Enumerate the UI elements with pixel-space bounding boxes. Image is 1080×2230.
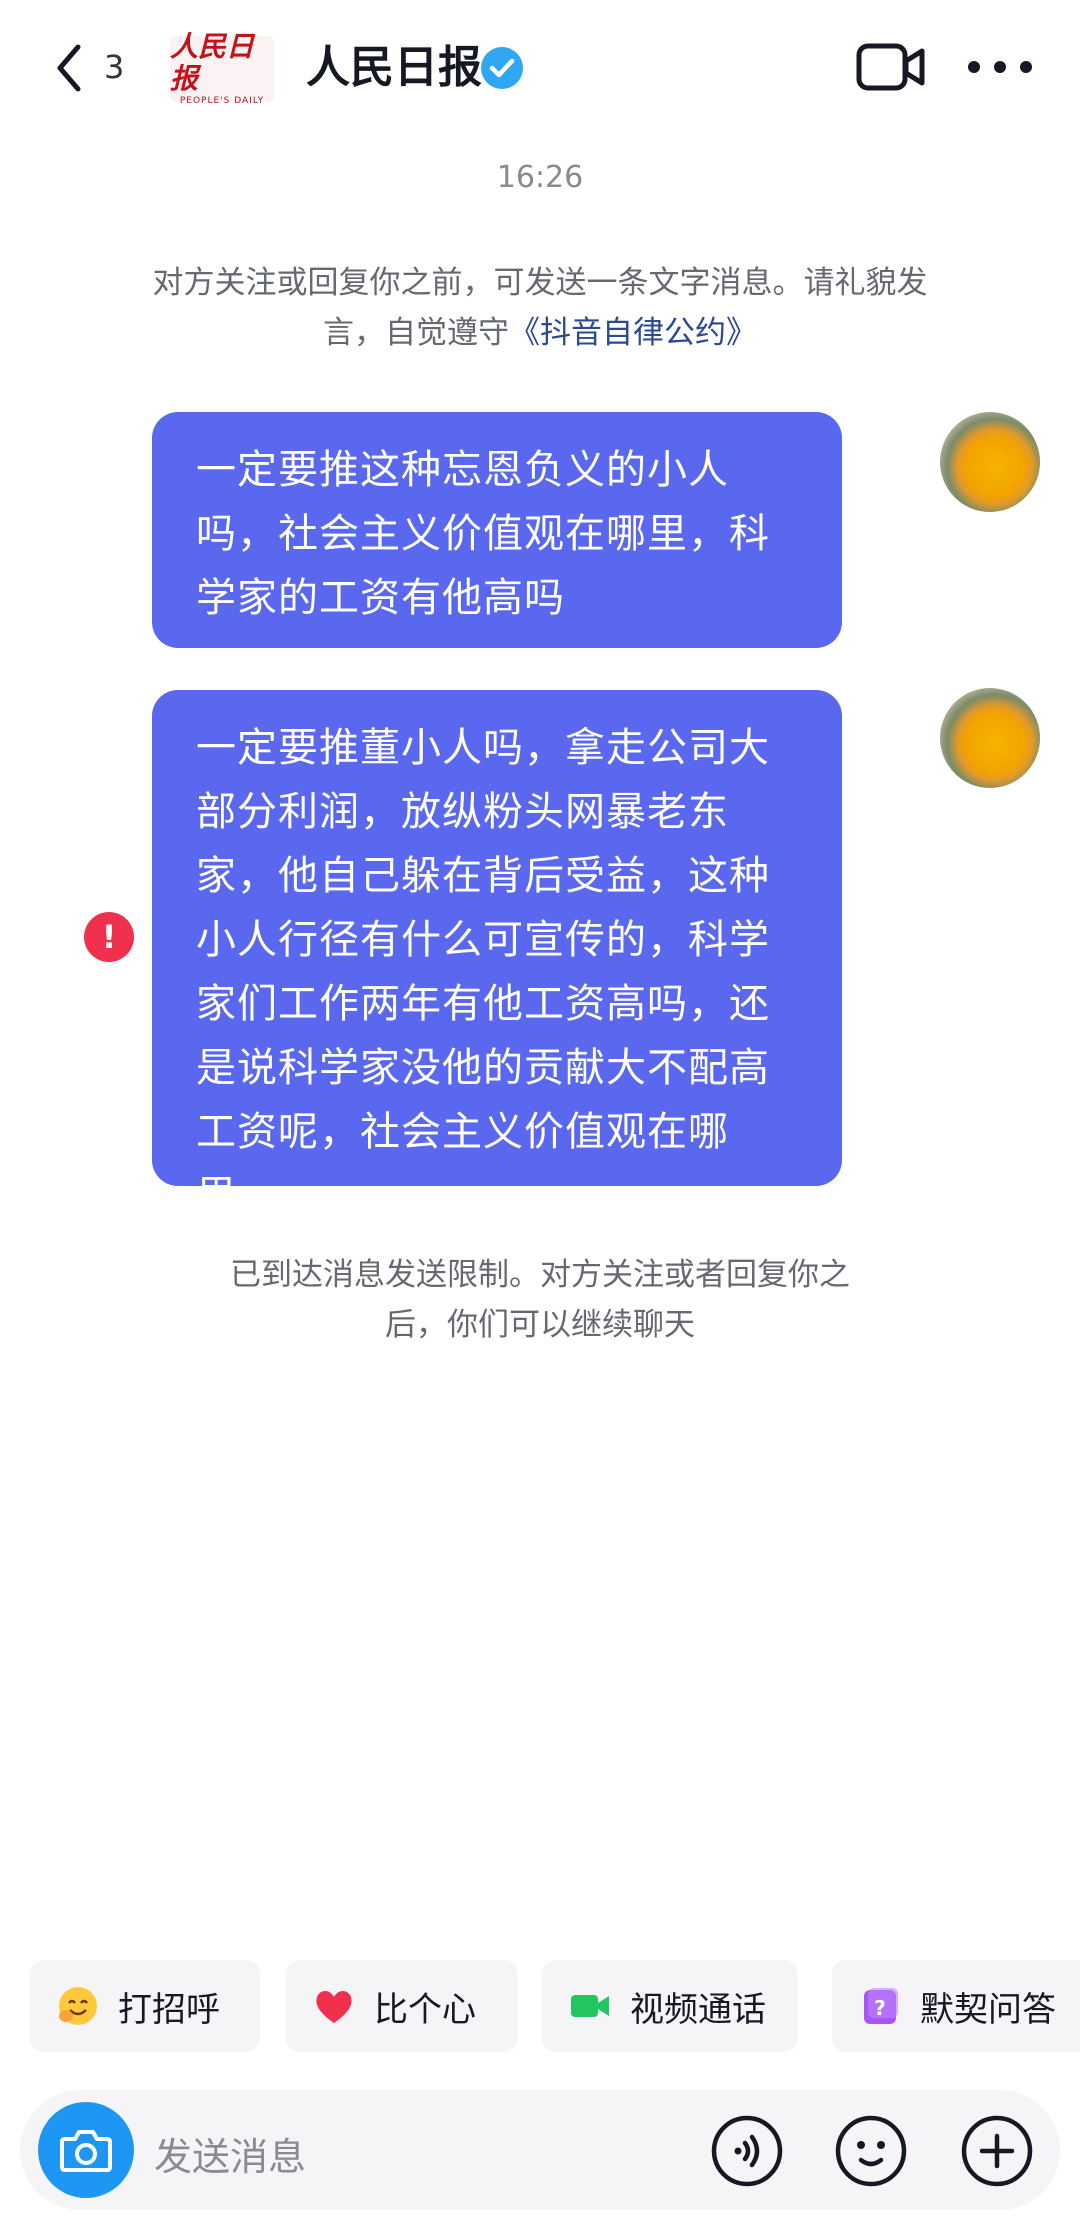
wave-emoji-icon (56, 1984, 100, 2028)
chevron-left-icon (57, 44, 81, 92)
more-actions-plus-button[interactable] (960, 2114, 1034, 2188)
more-dot-icon (968, 61, 980, 73)
quick-action-heart[interactable]: 比个心 (286, 1960, 518, 2052)
account-avatar-logo[interactable]: 人民日报 PEOPLE'S DAILY (170, 31, 274, 106)
back-button[interactable] (44, 36, 94, 100)
unread-count: 3 (104, 48, 125, 86)
logo-en-text: PEOPLE'S DAILY (179, 96, 265, 106)
message-limit-notice: 已到达消息发送限制。对方关注或者回复你之后，你们可以继续聊天 (230, 1257, 850, 1343)
sent-message-bubble[interactable]: 一定要推董小人吗，拿走公司大部分利润，放纵粉头网暴老东家，他自己躲在背后受益，这… (152, 690, 842, 1219)
user-avatar[interactable] (940, 688, 1040, 788)
question-card-icon: ? (858, 1984, 902, 2028)
message-input-bar: 发送消息 (20, 2090, 1060, 2210)
community-guidelines-link[interactable]: 《抖音自律公约》 (509, 315, 757, 351)
voice-message-button[interactable] (710, 2114, 784, 2188)
message-timestamp: 16:26 (496, 160, 584, 195)
quick-actions-bar: 打招呼 比个心 视频通话 ? 默契问答 (0, 1960, 1080, 2052)
quick-action-quiz[interactable]: ? 默契问答 (832, 1960, 1080, 2052)
heart-icon (312, 1984, 356, 2028)
verified-badge-icon (481, 47, 523, 89)
quick-action-video-call[interactable]: 视频通话 (542, 1960, 798, 2052)
message-input[interactable]: 发送消息 (154, 2126, 306, 2181)
camera-icon (60, 2130, 112, 2172)
chat-title[interactable]: 人民日报 (306, 38, 482, 98)
more-options-button[interactable] (968, 52, 1032, 82)
quick-action-label: 视频通话 (630, 1989, 766, 2030)
sent-message-bubble[interactable]: 一定要推这种忘恩负义的小人吗，社会主义价值观在哪里，科学家的工资有他高吗 (152, 412, 842, 648)
quick-action-greet[interactable]: 打招呼 (30, 1960, 260, 2052)
video-call-icon (568, 1984, 612, 2028)
logo-cn-text: 人民日报 (170, 30, 255, 95)
chat-header: 3 人民日报 PEOPLE'S DAILY 人民日报 (0, 0, 1080, 140)
svg-text:?: ? (874, 1996, 886, 2020)
more-dot-icon (994, 61, 1006, 73)
quick-action-label: 打招呼 (118, 1989, 220, 2030)
more-dot-icon (1020, 61, 1032, 73)
quick-action-label: 默契问答 (920, 1989, 1056, 2030)
quick-action-label: 比个心 (374, 1989, 476, 2030)
user-avatar[interactable] (940, 412, 1040, 512)
video-call-button[interactable] (856, 40, 926, 96)
camera-button[interactable] (38, 2102, 134, 2198)
send-failed-icon[interactable]: ! (84, 912, 134, 962)
emoji-button[interactable] (834, 2114, 908, 2188)
system-notice: 对方关注或回复你之前，可发送一条文字消息。请礼貌发言，自觉遵守《抖音自律公约》 (130, 258, 950, 358)
